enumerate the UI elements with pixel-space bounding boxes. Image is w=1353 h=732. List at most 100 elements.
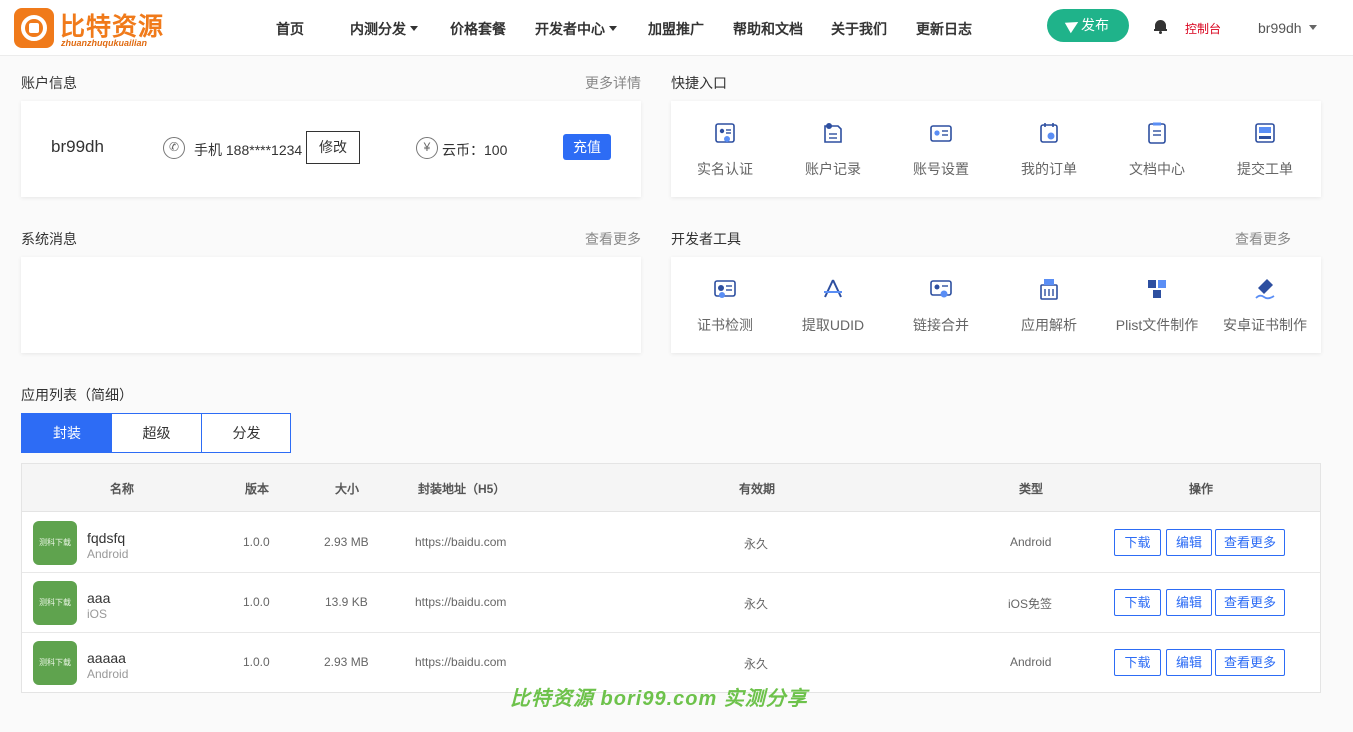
- nav-changelog[interactable]: 更新日志: [916, 19, 972, 39]
- edit-button[interactable]: 编辑: [1166, 589, 1212, 616]
- brand-logo[interactable]: 比特资源 zhuanzhuqukuailian: [14, 8, 174, 50]
- chevron-down-icon: [609, 26, 617, 31]
- messages-card: [21, 257, 641, 353]
- nav-pricing[interactable]: 价格套餐: [450, 19, 506, 39]
- document-icon: [1148, 122, 1166, 144]
- logo-icon: [14, 8, 54, 48]
- recharge-button[interactable]: 充值: [563, 134, 611, 160]
- nav-help-docs[interactable]: 帮助和文档: [733, 19, 803, 39]
- shortcut-account-records[interactable]: 账户记录: [779, 101, 887, 197]
- nav-beta-distribution[interactable]: 内测分发: [350, 19, 418, 39]
- download-button[interactable]: 下载: [1114, 529, 1161, 556]
- chevron-down-icon: [1309, 25, 1318, 30]
- tab-distribute[interactable]: 分发: [201, 414, 291, 452]
- table-row: 测科下载 aaa iOS 1.0.0 13.9 KB https://baidu…: [22, 573, 1320, 633]
- app-validity: 永久: [744, 537, 769, 551]
- ticket-icon: [1255, 123, 1275, 143]
- nav-developer-center[interactable]: 开发者中心: [535, 19, 617, 39]
- app-url[interactable]: https://baidu.com: [415, 595, 506, 609]
- account-username: br99dh: [51, 137, 104, 156]
- app-type: iOS免签: [1008, 597, 1053, 611]
- app-icon: 测科下载: [33, 581, 77, 625]
- edit-button[interactable]: 编辑: [1166, 529, 1212, 556]
- app-platform: Android: [87, 547, 129, 561]
- nav-affiliate[interactable]: 加盟推广: [648, 19, 704, 39]
- tool-plist-maker[interactable]: Plist文件制作: [1103, 257, 1211, 353]
- user-menu[interactable]: br99dh: [1258, 20, 1318, 36]
- edit-button[interactable]: 编辑: [1166, 649, 1212, 676]
- messages-section-title: 系统消息: [21, 231, 77, 247]
- id-card-icon: [715, 123, 735, 143]
- col-actions: 操作: [1189, 482, 1214, 496]
- app-name: aaa: [87, 590, 111, 606]
- shortcut-my-orders[interactable]: 我的订单: [995, 101, 1103, 197]
- col-size: 大小: [335, 482, 360, 496]
- cubes-icon: [1148, 280, 1166, 298]
- app-parse-icon: [1040, 279, 1058, 300]
- edit-phone-button[interactable]: 修改: [306, 131, 360, 164]
- settings-card-icon: [930, 125, 952, 142]
- app-version: 1.0.0: [243, 655, 270, 669]
- col-h5-url: 封装地址（H5）: [418, 482, 506, 496]
- tab-super[interactable]: 超级: [111, 414, 201, 452]
- view-more-button[interactable]: 查看更多: [1215, 529, 1285, 556]
- account-more-link[interactable]: 更多详情: [585, 73, 641, 93]
- app-table: 名称 版本 大小 封装地址（H5） 有效期 类型 操作 测科下载 fqdsfq …: [21, 463, 1321, 693]
- watermark-text: 比特资源 bori99.com 实测分享: [510, 688, 808, 710]
- account-phone: 手机 188****1234: [194, 142, 303, 158]
- app-name: aaaaa: [87, 650, 126, 666]
- certificate-icon: [714, 280, 736, 298]
- app-version: 1.0.0: [243, 595, 270, 609]
- yen-icon: ¥: [416, 137, 438, 159]
- download-button[interactable]: 下载: [1114, 649, 1161, 676]
- col-type: 类型: [1019, 482, 1044, 496]
- top-header: 比特资源 zhuanzhuqukuailian 首页 内测分发 价格套餐 开发者…: [0, 0, 1353, 56]
- tool-android-cert[interactable]: 安卓证书制作: [1211, 257, 1319, 353]
- app-platform: Android: [87, 667, 129, 681]
- app-validity: 永久: [744, 597, 769, 611]
- phone-icon: ✆: [163, 137, 185, 159]
- console-link[interactable]: 控制台: [1185, 20, 1221, 37]
- tool-certificate-check[interactable]: 证书检测: [671, 257, 779, 353]
- account-section-title: 账户信息: [21, 75, 77, 91]
- devtools-section-title: 开发者工具: [671, 231, 741, 247]
- app-size: 13.9 KB: [325, 595, 368, 609]
- apps-section-title: 应用列表（简细）: [21, 387, 133, 403]
- shortcuts-card: 实名认证 账户记录 账号设置 我的订单 文档中心 提交工单: [671, 101, 1321, 197]
- app-type: Android: [1010, 535, 1052, 549]
- link-merge-icon: [930, 280, 952, 298]
- download-button[interactable]: 下载: [1114, 589, 1161, 616]
- devtools-card: 证书检测 提取UDID 链接合并 应用解析 Plist文件制作 安卓证书制作: [671, 257, 1321, 353]
- messages-more-link[interactable]: 查看更多: [585, 229, 641, 249]
- table-header: 名称 版本 大小 封装地址（H5） 有效期 类型 操作: [22, 464, 1320, 512]
- col-validity: 有效期: [739, 482, 776, 496]
- brand-subtitle: zhuanzhuqukuailian: [61, 38, 148, 48]
- nav-about[interactable]: 关于我们: [831, 19, 887, 39]
- publish-button[interactable]: 发布: [1047, 9, 1129, 42]
- app-icon: 测科下载: [33, 521, 77, 565]
- bell-icon[interactable]: [1154, 20, 1167, 34]
- shortcut-submit-ticket[interactable]: 提交工单: [1211, 101, 1319, 197]
- shortcut-real-name[interactable]: 实名认证: [671, 101, 779, 197]
- app-url[interactable]: https://baidu.com: [415, 655, 506, 669]
- app-icon: 测科下载: [33, 641, 77, 685]
- shortcut-account-settings[interactable]: 账号设置: [887, 101, 995, 197]
- tool-app-parse[interactable]: 应用解析: [995, 257, 1103, 353]
- app-type-tabs: 封装 超级 分发: [21, 413, 291, 453]
- tab-wrap[interactable]: 封装: [22, 414, 112, 452]
- app-size: 2.93 MB: [324, 535, 369, 549]
- record-icon: [824, 123, 842, 143]
- app-store-icon: [824, 279, 842, 298]
- view-more-button[interactable]: 查看更多: [1215, 649, 1285, 676]
- app-size: 2.93 MB: [324, 655, 369, 669]
- app-url[interactable]: https://baidu.com: [415, 535, 506, 549]
- devtools-more-link[interactable]: 查看更多: [1235, 229, 1291, 249]
- nav-home[interactable]: 首页: [276, 19, 304, 39]
- tool-extract-udid[interactable]: 提取UDID: [779, 257, 887, 353]
- view-more-button[interactable]: 查看更多: [1215, 589, 1285, 616]
- col-version: 版本: [245, 482, 270, 496]
- paper-plane-icon: [1064, 16, 1082, 34]
- shortcuts-section-title: 快捷入口: [671, 75, 727, 91]
- shortcut-doc-center[interactable]: 文档中心: [1103, 101, 1211, 197]
- tool-link-merge[interactable]: 链接合并: [887, 257, 995, 353]
